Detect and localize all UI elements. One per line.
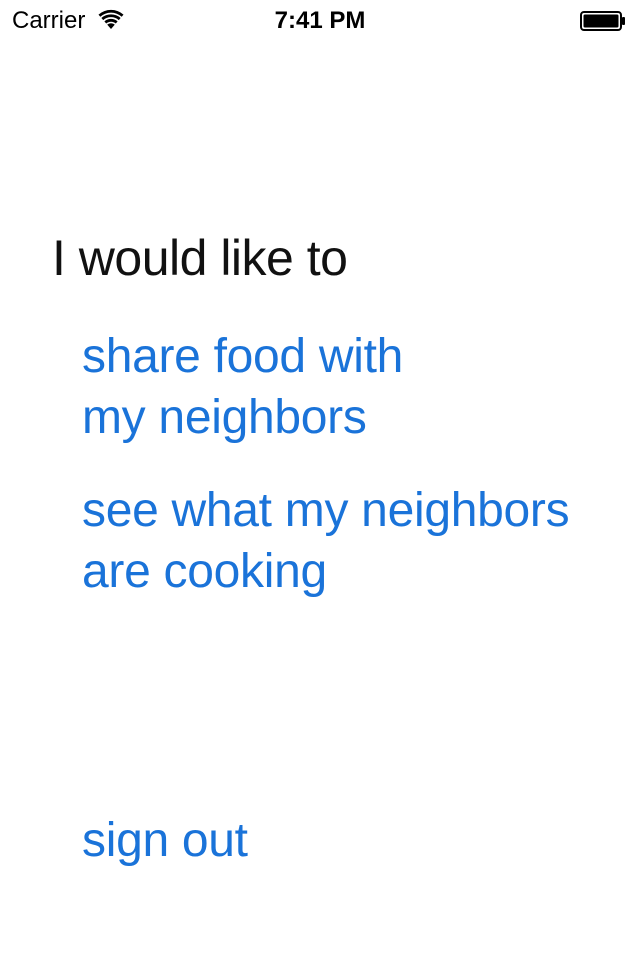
battery-icon	[580, 11, 626, 31]
see-cooking-button[interactable]: see what my neighbors are cooking	[82, 480, 570, 602]
see-cooking-line-2: are cooking	[82, 545, 327, 598]
sign-out-button[interactable]: sign out	[82, 810, 248, 871]
share-food-button[interactable]: share food with my neighbors	[82, 326, 403, 448]
page-heading: I would like to	[52, 230, 348, 286]
see-cooking-line-1: see what my neighbors	[82, 484, 570, 537]
status-time: 7:41 PM	[274, 7, 366, 34]
share-food-line-2: my neighbors	[82, 391, 367, 444]
status-bar: Carrier 7:41 PM	[0, 0, 640, 40]
share-food-line-1: share food with	[82, 330, 404, 383]
